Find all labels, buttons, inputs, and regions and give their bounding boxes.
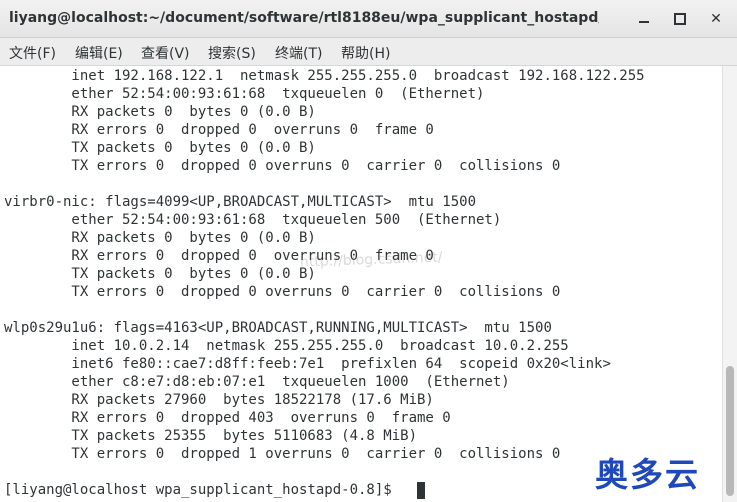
menu-view[interactable]: 查看(V)	[141, 43, 190, 63]
maximize-icon	[674, 13, 686, 25]
terminal-line: TX errors 0 dropped 0 overruns 0 carrier…	[4, 284, 561, 300]
terminal-output[interactable]: inet 192.168.122.1 netmask 255.255.255.0…	[0, 66, 722, 502]
vertical-scrollbar[interactable]	[722, 66, 737, 502]
terminal-prompt: [liyang@localhost wpa_supplicant_hostapd…	[4, 482, 401, 498]
menu-help[interactable]: 帮助(H)	[341, 43, 390, 63]
menu-search[interactable]: 搜索(S)	[208, 43, 256, 63]
terminal-line: ether c8:e7:d8:eb:07:e1 txqueuelen 1000 …	[4, 374, 510, 390]
minimize-icon	[639, 21, 649, 23]
terminal-line: RX errors 0 dropped 0 overruns 0 frame 0	[4, 122, 434, 138]
brand-logo: 奥多云	[585, 446, 730, 496]
terminal-line: RX packets 27960 bytes 18522178 (17.6 Mi…	[4, 392, 434, 408]
terminal-line: TX errors 0 dropped 0 overruns 0 carrier…	[4, 158, 561, 174]
terminal-line: RX errors 0 dropped 403 overruns 0 frame…	[4, 410, 451, 426]
close-button[interactable]: ✕	[706, 9, 726, 29]
terminal-line: TX errors 0 dropped 1 overruns 0 carrier…	[4, 446, 561, 462]
terminal-cursor	[417, 482, 425, 499]
terminal-line: TX packets 25355 bytes 5110683 (4.8 MiB)	[4, 428, 418, 444]
title-bar: liyang@localhost:~/document/software/rtl…	[0, 0, 737, 38]
window-title: liyang@localhost:~/document/software/rtl…	[9, 10, 599, 26]
minimize-button[interactable]	[634, 9, 654, 29]
terminal-line: RX packets 0 bytes 0 (0.0 B)	[4, 104, 316, 120]
terminal-line: inet 10.0.2.14 netmask 255.255.255.0 bro…	[4, 338, 569, 354]
terminal-window: liyang@localhost:~/document/software/rtl…	[0, 0, 737, 502]
menu-edit[interactable]: 编辑(E)	[75, 43, 123, 63]
terminal-line: inet6 fe80::cae7:d8ff:feeb:7e1 prefixlen…	[4, 356, 611, 372]
menu-terminal[interactable]: 终端(T)	[275, 43, 322, 63]
terminal-line: virbr0-nic: flags=4099<UP,BROADCAST,MULT…	[4, 194, 477, 210]
terminal-line: inet 192.168.122.1 netmask 255.255.255.0…	[4, 68, 645, 84]
terminal-line: RX packets 0 bytes 0 (0.0 B)	[4, 230, 316, 246]
terminal-line: ether 52:54:00:93:61:68 txqueuelen 0 (Et…	[4, 86, 485, 102]
maximize-button[interactable]	[670, 9, 690, 29]
menu-bar: 文件(F) 编辑(E) 查看(V) 搜索(S) 终端(T) 帮助(H)	[0, 38, 737, 66]
terminal-line: TX packets 0 bytes 0 (0.0 B)	[4, 266, 316, 282]
terminal-line: ether 52:54:00:93:61:68 txqueuelen 500 (…	[4, 212, 502, 228]
close-icon: ✕	[710, 11, 722, 27]
logo-text: 奥多云	[595, 455, 700, 494]
menu-file[interactable]: 文件(F)	[9, 43, 56, 63]
terminal-line: TX packets 0 bytes 0 (0.0 B)	[4, 140, 316, 156]
terminal-line: wlp0s29u1u6: flags=4163<UP,BROADCAST,RUN…	[4, 320, 552, 336]
